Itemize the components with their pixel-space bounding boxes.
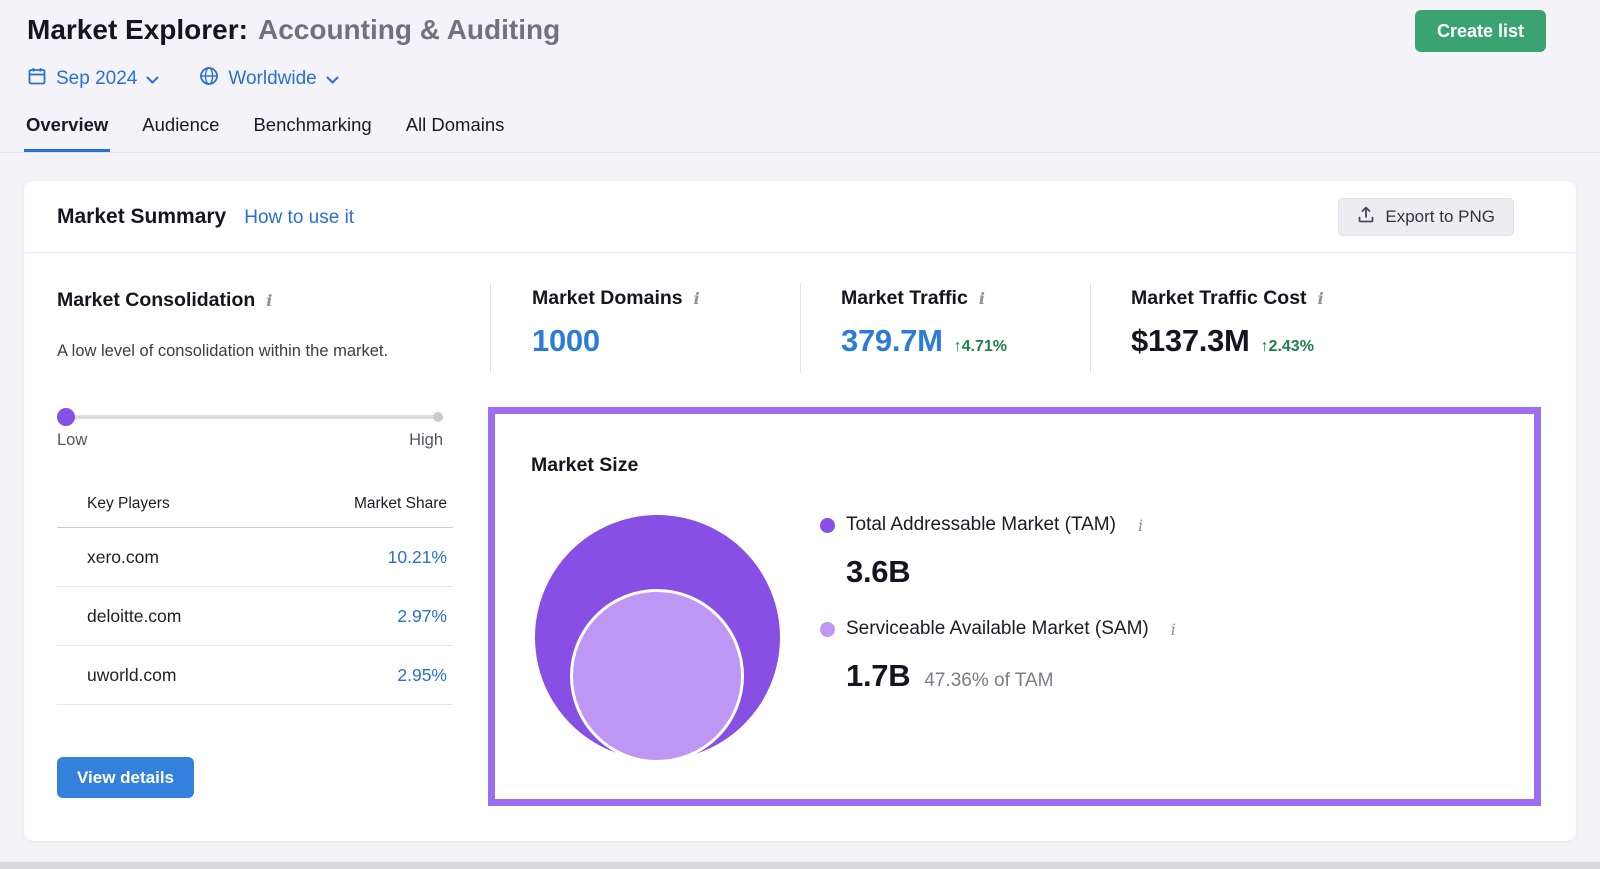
info-icon[interactable]: i (1138, 516, 1143, 535)
region-filter[interactable]: Worldwide (199, 66, 339, 92)
tam-legend-row: Total Addressable Market (TAM) i (820, 514, 1143, 536)
date-filter-label: Sep 2024 (56, 68, 138, 89)
player-share[interactable]: 2.95% (397, 665, 447, 686)
market-consolidation-title: Market Consolidation i (57, 289, 272, 312)
player-domain: deloitte.com (87, 605, 182, 626)
region-filter-label: Worldwide (228, 68, 317, 89)
market-traffic-cost-value: $137.3M (1131, 323, 1250, 358)
market-traffic-cost-label-text: Market Traffic Cost (1131, 287, 1307, 309)
chevron-down-icon (146, 68, 159, 90)
market-domains-label: Market Domains i (532, 287, 700, 310)
slider-track (57, 415, 443, 419)
sam-share-of-tam: 47.36% of TAM (924, 670, 1054, 691)
info-icon[interactable]: i (266, 291, 272, 310)
sam-label: Serviceable Available Market (SAM) (846, 618, 1149, 639)
tam-label: Total Addressable Market (TAM) (846, 514, 1116, 535)
sam-circle (570, 589, 744, 763)
how-to-use-link[interactable]: How to use it (244, 207, 354, 229)
slider-end-dot (433, 412, 443, 422)
tab-all-domains[interactable]: All Domains (404, 104, 507, 152)
globe-icon (199, 66, 219, 92)
date-filter[interactable]: Sep 2024 (27, 66, 159, 92)
sam-value: 1.7B (846, 658, 911, 693)
info-icon[interactable]: i (1318, 289, 1324, 308)
market-consolidation-title-text: Market Consolidation (57, 289, 256, 311)
info-icon[interactable]: i (694, 289, 700, 308)
export-icon (1357, 206, 1375, 229)
market-domains-metric: Market Domains i 1000 (532, 287, 700, 359)
calendar-icon (27, 66, 47, 92)
filter-bar: Sep 2024 Worldwide (27, 66, 339, 92)
card-header: Market Summary How to use it (57, 205, 354, 229)
player-domain: uworld.com (87, 664, 177, 685)
page-title-prefix: Market Explorer: (27, 14, 248, 45)
tab-overview[interactable]: Overview (24, 104, 111, 152)
tab-benchmarking[interactable]: Benchmarking (251, 104, 373, 152)
export-button-label: Export to PNG (1385, 207, 1495, 226)
table-row: deloitte.com 2.97% (57, 587, 453, 646)
slider-low-label: Low (57, 431, 88, 449)
player-share[interactable]: 10.21% (388, 547, 447, 568)
consolidation-slider (57, 408, 443, 426)
market-traffic-delta: ↑4.71% (953, 338, 1007, 355)
market-traffic-cost-label: Market Traffic Cost i (1131, 287, 1324, 310)
info-icon[interactable]: i (1171, 620, 1176, 639)
page-title: Market Explorer: Accounting & Auditing (27, 14, 560, 46)
export-to-png-button[interactable]: Export to PNG (1338, 198, 1514, 236)
sam-legend-dot (820, 621, 835, 637)
market-domains-value: 1000 (532, 323, 600, 358)
table-row: xero.com 10.21% (57, 528, 453, 587)
slider-handle (57, 408, 75, 426)
market-traffic-value: 379.7M (841, 323, 943, 358)
chevron-down-icon (326, 68, 339, 90)
info-icon[interactable]: i (979, 289, 985, 308)
card-title: Market Summary (57, 205, 227, 228)
market-traffic-cost-delta: ↑2.43% (1260, 338, 1314, 355)
player-share[interactable]: 2.97% (397, 606, 447, 627)
slider-labels: Low High (57, 431, 443, 450)
key-players-table: Key Players Market Share xero.com 10.21%… (57, 495, 453, 705)
column-divider (800, 283, 801, 373)
tab-bar: Overview Audience Benchmarking All Domai… (0, 104, 1600, 153)
player-domain: xero.com (87, 546, 159, 567)
market-explorer-page: Market Explorer: Accounting & Auditing Cr… (0, 0, 1600, 869)
slider-high-label: High (409, 431, 443, 449)
tam-value: 3.6B (846, 554, 911, 589)
view-details-button[interactable]: View details (57, 757, 195, 798)
tam-legend-dot (820, 517, 835, 533)
page-title-market-name: Accounting & Auditing (257, 14, 561, 45)
tab-audience[interactable]: Audience (140, 104, 221, 152)
key-players-header-row: Key Players Market Share (57, 495, 453, 528)
market-share-header: Market Share (353, 495, 447, 512)
market-size-section-highlight: Market Size Total Addressable Market (TA… (488, 407, 1541, 806)
market-domains-label-text: Market Domains (532, 287, 683, 309)
market-size-title: Market Size (531, 454, 639, 476)
window-bottom-edge (0, 862, 1600, 869)
create-list-button[interactable]: Create list (1414, 10, 1546, 52)
column-divider (490, 283, 491, 373)
market-traffic-label-text: Market Traffic (841, 287, 968, 309)
column-divider (1090, 283, 1091, 373)
market-summary-card: Market Summary How to use it Export to P… (24, 181, 1576, 841)
sam-legend-row: Serviceable Available Market (SAM) i (820, 618, 1176, 640)
sam-value-row: 1.7B 47.36% of TAM (846, 658, 1054, 694)
card-divider (24, 252, 1576, 253)
market-traffic-label: Market Traffic i (841, 287, 1007, 310)
table-row: uworld.com 2.95% (57, 646, 453, 705)
market-traffic-cost-metric: Market Traffic Cost i $137.3M ↑2.43% (1131, 287, 1324, 359)
key-players-header: Key Players (87, 495, 170, 512)
market-consolidation-description: A low level of consolidation within the … (57, 342, 389, 360)
market-traffic-metric: Market Traffic i 379.7M ↑4.71% (841, 287, 1007, 359)
